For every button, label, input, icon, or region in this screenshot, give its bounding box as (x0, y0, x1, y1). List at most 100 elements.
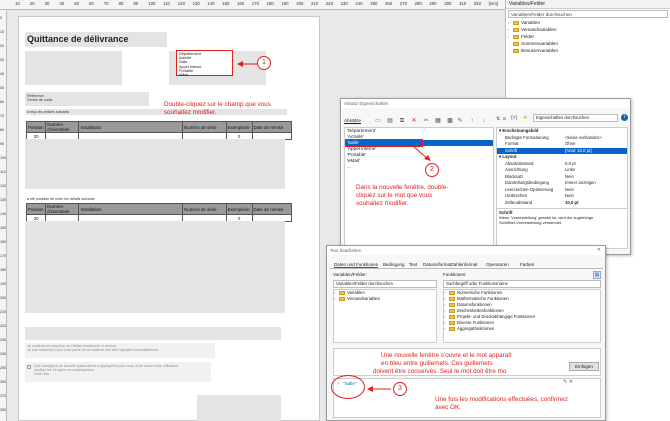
address-field[interactable]: Département Activité Salle Appel interne Por… (176, 50, 233, 77)
ruler-left: 0 10 20 30 40 50 60 70 80 90 100 110 120 130 140 150 160… (0, 10, 7, 421)
function-category-label: Datumsfunktionen (457, 302, 492, 307)
tab-4[interactable]: Zahlenformat (451, 261, 478, 268)
items-table-2[interactable]: Position Numéro d'inventaire Installatio… (25, 203, 293, 222)
pen-icon[interactable]: ✎ (457, 118, 463, 124)
abc-icon[interactable]: a (503, 116, 508, 122)
folder-icon (513, 27, 519, 32)
ruler-tick: 140 (207, 1, 215, 6)
properties-search-input[interactable]: Eigenschaften durchsuchen (533, 114, 618, 122)
edit-text-dialog: Text bearbeiten ✕ Daten und Funktionen Be… (326, 245, 606, 421)
step3-highlight-ellipse (331, 375, 365, 399)
step4-text-1: Une fois les modifications effectuées, c… (435, 396, 568, 403)
ruler-tick: 180 (0, 268, 6, 272)
sort-icon[interactable]: ⇅ (496, 116, 501, 122)
folder-icon (513, 48, 519, 53)
tree-item-label: Benutzervariablen (521, 48, 559, 53)
move-up-icon[interactable]: ↑ (469, 118, 475, 124)
delete-icon[interactable]: ✕ (411, 118, 417, 124)
col-inventory: Numéro d'inventaire (45, 203, 80, 215)
ruler-tick: 190 (0, 282, 6, 286)
ruler-tick: 40 (59, 1, 65, 6)
tab-5[interactable]: Operatoren (486, 261, 509, 268)
ruler-tick: 210 (0, 310, 6, 314)
ruler-tick: 70 (103, 1, 109, 6)
tree-item-versandvariablen[interactable]: › Versandvariablen (508, 26, 670, 33)
step2-circle: 2 (425, 163, 439, 177)
property-row[interactable]: Zeilenabstand 10,0 pt (497, 200, 627, 207)
tree-item-variablen[interactable]: › Variablen (508, 19, 670, 26)
signature-field[interactable] (197, 395, 281, 421)
braces-icon[interactable]: {×} (511, 115, 517, 121)
function-category[interactable]: › Aggregatfunktionen (444, 326, 600, 332)
new-icon[interactable]: ▭ (375, 118, 381, 124)
tree-item-felder[interactable]: › Felder (508, 33, 670, 40)
footer-field-1[interactable] (25, 343, 215, 358)
document-page[interactable]: Quittance de délivrance Département Activ… (18, 16, 320, 421)
step2-text-2: cliquez sur le mot que vous (356, 192, 433, 199)
footer-bar-1 (25, 327, 281, 340)
ruler-tick: 320 (473, 1, 481, 6)
step1-circle: 1 (257, 56, 271, 70)
star-icon[interactable]: ★ (523, 115, 527, 121)
functions-search-input[interactable]: Suchbegriff oder Funktionsname (443, 280, 601, 288)
table-header-row: Position Numéro d'inventaire Installatio… (25, 203, 293, 215)
info-icon[interactable]: i (621, 114, 628, 121)
paragraphs-label: Absätze (344, 118, 361, 123)
step3-text-2: en bleu entre guillemets. Ces guillemets (381, 360, 493, 367)
col-inventory: Numéro d'inventaire (45, 121, 80, 133)
section-title: Layout (502, 154, 517, 159)
variables-search-input[interactable]: Variablen/Felder durchsuchen (508, 10, 668, 18)
ruler-top: 10 20 30 40 50 60 70 80 90 100 110 120 130 140 150 160 1… (0, 0, 505, 10)
tree-item-benutzervariablen[interactable]: Benutzervariablen (508, 47, 670, 54)
col-installation: Installation (78, 121, 184, 133)
ruler-tick: 10 (15, 1, 20, 6)
tab-0[interactable]: Daten und Funktionen (334, 261, 379, 268)
tab-1[interactable]: Bedingung (383, 261, 405, 268)
insert-button[interactable]: Einfügen (569, 362, 599, 371)
folder-icon (449, 290, 455, 295)
ruler-tick: 120 (0, 184, 6, 188)
ruler-tick: 60 (89, 1, 94, 6)
ruler-tick: 50 (0, 86, 4, 90)
tree-item-versandvariablen[interactable]: › Versandvariablen (334, 296, 436, 302)
ruler-tick: 90 (133, 1, 139, 6)
tree-item-summenvariablen[interactable]: Summenvariablen (508, 40, 670, 47)
ruler-tick: 190 (281, 1, 289, 6)
property-grid[interactable]: ▾ Erscheinungsbild Bedingte Formatierung… (496, 127, 628, 249)
ruler-tick: 70 (0, 114, 4, 118)
vars-tree[interactable]: › Variablen › Versandvariablen (333, 289, 437, 343)
section-2-label: a été possible de noter les détails suiv… (27, 197, 95, 201)
ruler-tick: 210 (311, 1, 319, 6)
items-table-1[interactable]: Position Numéro d'inventaire Installatio… (25, 121, 293, 140)
document-title: Quittance de délivrance (27, 34, 129, 44)
function-category-label: Numerische Funktionen (457, 290, 503, 295)
app-window: 10 20 30 40 50 60 70 80 90 100 110 120 130 140 150 160 1… (0, 0, 670, 421)
format-icon[interactable]: ▩ (447, 118, 453, 124)
clipboard-icon[interactable]: ▦ (435, 118, 441, 124)
close-icon[interactable]: ✕ (597, 247, 601, 253)
col-installation: Installation (78, 203, 184, 215)
folder-icon (449, 296, 455, 301)
col-serial: Numéro de série (182, 121, 227, 133)
tab-2[interactable]: Text (409, 261, 417, 268)
functions-tree[interactable]: › Numerische Funktionen › Mathematische Fun… (443, 289, 601, 343)
paragraph-list-item[interactable]: ... (345, 164, 493, 170)
col-copy: Exemplaire (225, 203, 253, 215)
ruler-tick: 60 (0, 100, 4, 104)
tab-3[interactable]: Datumsformat (423, 261, 451, 268)
edit-icon[interactable]: ▤ (387, 118, 393, 124)
tab-6[interactable]: Farben (520, 261, 534, 268)
footer-field-2[interactable] (25, 362, 211, 382)
function-category-label: Diverse Funktionen (457, 320, 495, 325)
ruler-tick: 100 (0, 156, 6, 160)
col-position: Position (25, 203, 47, 215)
vars-search-input[interactable]: Variablen/Felder durchsuchen (333, 280, 437, 288)
cut-icon[interactable]: ✂ (423, 118, 429, 124)
copy-icon[interactable]: ⧉ (399, 118, 405, 124)
property-name: Zeilenabstand (505, 199, 532, 205)
ruler-tick: 290 (429, 1, 437, 6)
editor-tools-icon[interactable]: ✎ ✕ (563, 379, 573, 385)
move-down-icon[interactable]: ↓ (481, 118, 487, 124)
property-value[interactable]: 10,0 pt (565, 200, 579, 207)
function-wizard-icon[interactable]: ▤ (593, 271, 601, 279)
